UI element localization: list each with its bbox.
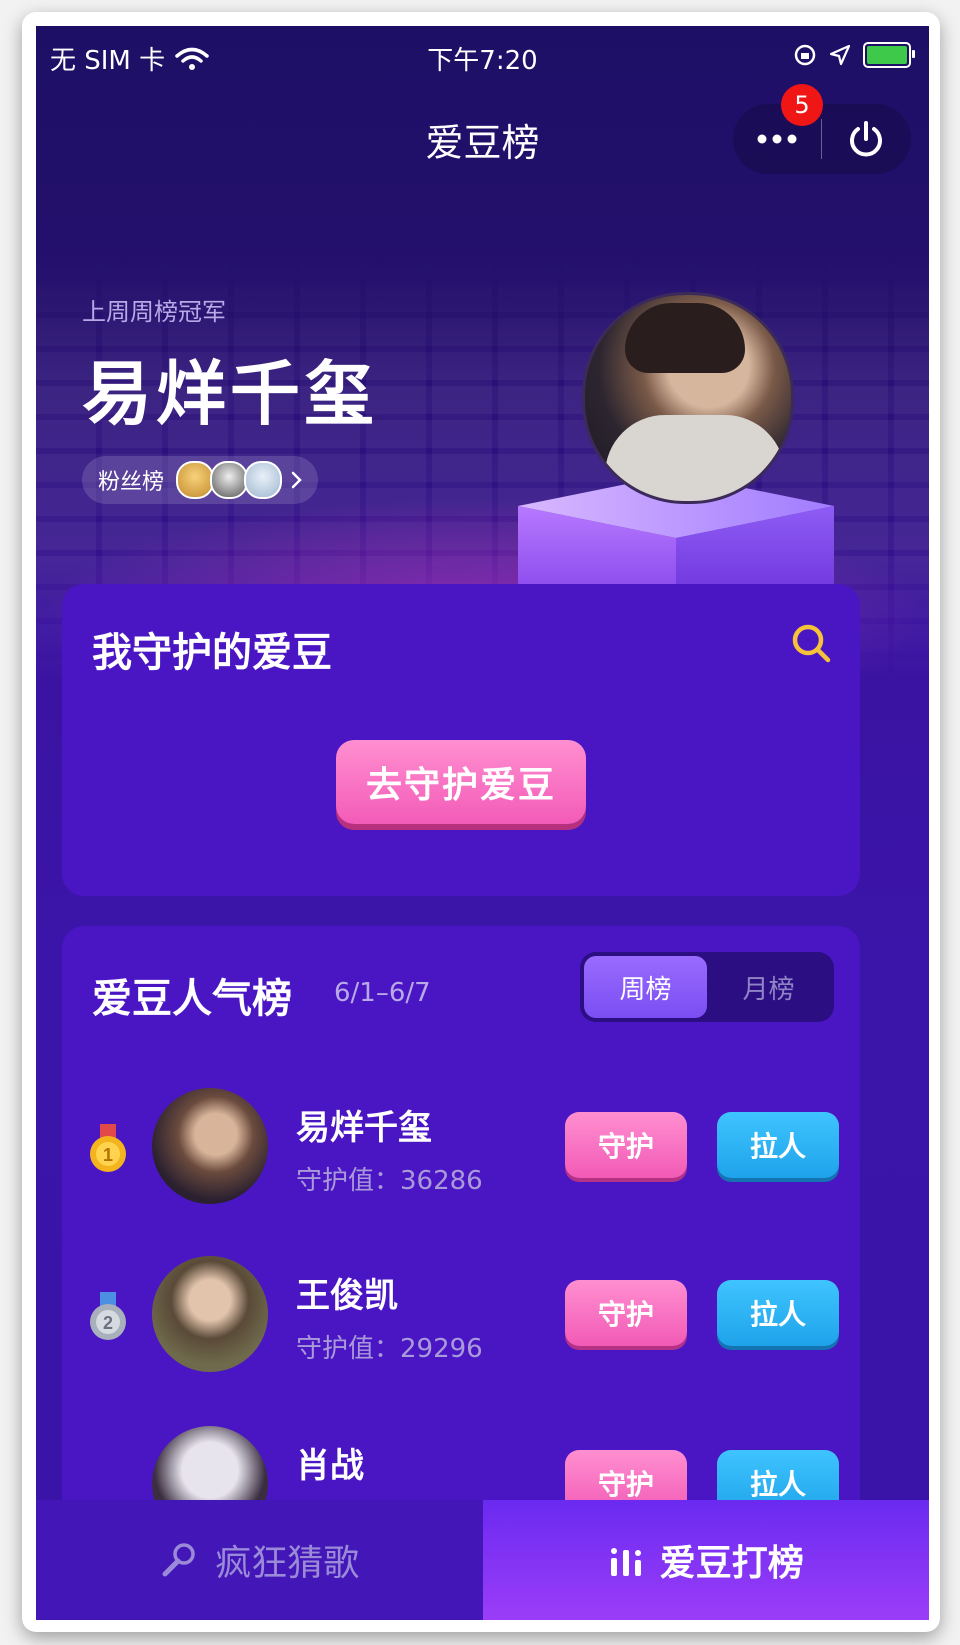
idol-guard-score: 守护值：29296 xyxy=(296,1334,483,1364)
mini-program-capsule xyxy=(733,104,911,174)
chevron-right-icon xyxy=(291,471,302,489)
my-guarded-idol-card: 我守护的爱豆 去守护爱豆 xyxy=(62,584,860,896)
invite-button[interactable]: 拉人 xyxy=(717,1280,839,1346)
ranking-date-range: 6/1–6/7 xyxy=(334,978,431,1008)
silver-medal-icon: 2 xyxy=(90,1292,126,1340)
bottom-tab-bar: 疯狂猜歌 爱豆打榜 xyxy=(36,1500,929,1620)
svg-text:1: 1 xyxy=(103,1145,113,1165)
champion-subtitle: 上周周榜冠军 xyxy=(82,298,226,326)
champion-name: 易烊千玺 xyxy=(82,353,378,435)
fan-avatar xyxy=(244,461,283,499)
location-icon xyxy=(829,44,851,66)
fan-avatar xyxy=(176,461,215,499)
app-screen: 无 SIM 卡 下午7:20 爱豆榜 5 上周周榜冠军 易烊千玺 粉丝榜 我守护… xyxy=(36,26,929,1620)
tab-guess-song-label: 疯狂猜歌 xyxy=(215,1543,360,1584)
idol-avatar[interactable] xyxy=(152,1088,268,1204)
power-icon xyxy=(850,121,882,157)
microphone-icon xyxy=(162,1543,195,1577)
battery-icon xyxy=(863,42,915,68)
tab-monthly[interactable]: 月榜 xyxy=(707,956,830,1018)
fan-ranking-label: 粉丝榜 xyxy=(98,470,165,495)
more-dots-icon xyxy=(757,134,797,144)
fan-avatar xyxy=(210,461,249,499)
close-button[interactable] xyxy=(822,104,910,174)
guard-button[interactable]: 守护 xyxy=(565,1280,687,1346)
search-icon[interactable] xyxy=(790,622,832,664)
guard-button[interactable]: 守护 xyxy=(565,1112,687,1178)
status-bar: 无 SIM 卡 下午7:20 xyxy=(36,26,929,86)
bar-chart-icon xyxy=(610,1548,641,1576)
tab-idol-ranking-label: 爱豆打榜 xyxy=(659,1543,804,1584)
idol-guard-score: 守护值：36286 xyxy=(296,1166,483,1196)
svg-text:2: 2 xyxy=(103,1313,113,1333)
idol-name: 肖战 xyxy=(296,1446,364,1486)
orientation-lock-icon xyxy=(794,44,816,66)
phone-frame: 无 SIM 卡 下午7:20 爱豆榜 5 上周周榜冠军 易烊千玺 粉丝榜 我守护… xyxy=(22,12,940,1632)
champion-avatar[interactable] xyxy=(582,292,794,504)
tab-weekly[interactable]: 周榜 xyxy=(584,956,707,1018)
status-right-icons xyxy=(793,42,915,68)
idol-name: 王俊凯 xyxy=(296,1276,398,1316)
idol-name: 易烊千玺 xyxy=(296,1108,432,1148)
guard-idol-button[interactable]: 去守护爱豆 xyxy=(336,740,586,824)
idol-avatar[interactable] xyxy=(152,1256,268,1372)
tab-idol-ranking[interactable]: 爱豆打榜 xyxy=(482,1500,929,1620)
notification-badge: 5 xyxy=(781,84,823,126)
tab-guess-song[interactable]: 疯狂猜歌 xyxy=(36,1500,483,1620)
ranking-row[interactable]: 2 王俊凯 守护值：29296 守护 拉人 xyxy=(62,1246,860,1386)
gold-medal-icon: 1 xyxy=(90,1124,126,1172)
ranking-period-toggle: 周榜 月榜 xyxy=(580,952,834,1022)
guard-card-title: 我守护的爱豆 xyxy=(92,630,332,676)
ranking-title: 爱豆人气榜 xyxy=(92,976,292,1022)
invite-button[interactable]: 拉人 xyxy=(717,1112,839,1178)
fan-ranking-link[interactable]: 粉丝榜 xyxy=(82,456,319,504)
ranking-row[interactable]: 1 易烊千玺 守护值：36286 守护 拉人 xyxy=(62,1078,860,1218)
